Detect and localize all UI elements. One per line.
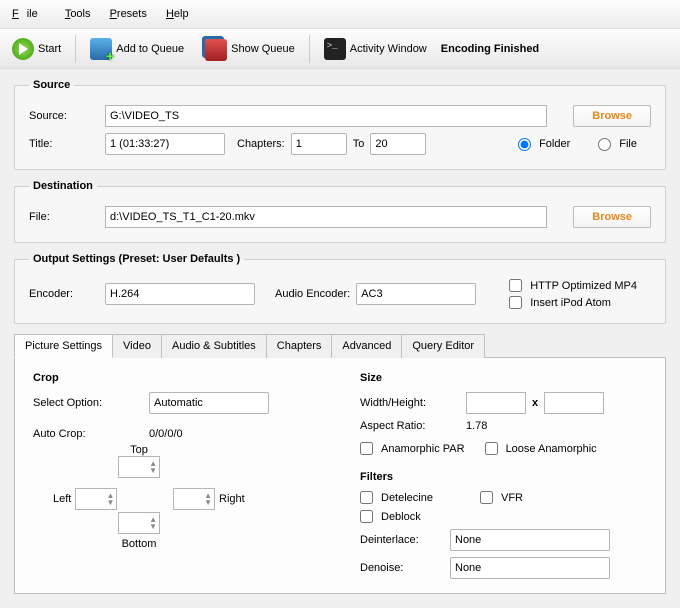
toolbar-separator [309, 35, 310, 63]
toolbar-separator [75, 35, 76, 63]
output-settings-group: Output Settings (Preset: User Defaults )… [14, 253, 666, 324]
title-select[interactable]: 1 (01:33:27) [105, 133, 225, 155]
source-path-input[interactable] [105, 105, 547, 127]
tab-advanced[interactable]: Advanced [331, 334, 402, 358]
vfr-checkbox[interactable]: VFR [480, 491, 523, 504]
to-label: To [353, 138, 365, 150]
anamorphic-par-checkbox[interactable]: Anamorphic PAR [360, 442, 465, 455]
tab-video[interactable]: Video [112, 334, 162, 358]
menu-tools[interactable]: Tools [57, 5, 99, 23]
http-mp4-checkbox[interactable]: HTTP Optimized MP4 [509, 279, 637, 292]
auto-crop-label: Auto Crop: [33, 428, 143, 440]
denoise-label: Denoise: [360, 562, 440, 574]
size-filters-column: Size Width/Height: x Aspect Ratio: 1.78 … [360, 372, 647, 579]
select-option-label: Select Option: [33, 397, 143, 409]
toolbar: Start Add to Queue Show Queue Activity W… [0, 29, 680, 69]
folder-radio[interactable]: Folder [518, 138, 570, 151]
title-label: Title: [29, 138, 99, 150]
crop-top-spinner[interactable]: ▲▼ [118, 456, 160, 478]
menu-presets[interactable]: Presets [102, 5, 155, 23]
source-group: Source Source: Browse Title: 1 (01:33:27… [14, 79, 666, 170]
denoise-select[interactable]: None [450, 557, 610, 579]
menu-bar: File Tools Presets Help [0, 0, 680, 29]
width-height-label: Width/Height: [360, 397, 460, 409]
file-radio[interactable]: File [598, 138, 637, 151]
deinterlace-select[interactable]: None [450, 529, 610, 551]
add-to-queue-button[interactable]: Add to Queue [84, 35, 190, 63]
tab-picture-settings[interactable]: Picture Settings [14, 334, 113, 358]
crop-title: Crop [33, 372, 320, 384]
crop-mode-select[interactable]: Automatic [149, 392, 269, 414]
dest-file-input[interactable] [105, 206, 547, 228]
detelecine-checkbox[interactable]: Detelecine [360, 491, 460, 504]
crop-right-label: Right [219, 493, 245, 505]
dest-file-label: File: [29, 211, 99, 223]
chapter-start-select[interactable]: 1 [291, 133, 347, 155]
activity-window-button[interactable]: Activity Window [318, 35, 433, 63]
deblock-checkbox[interactable]: Deblock [360, 510, 421, 523]
show-queue-button[interactable]: Show Queue [196, 33, 301, 64]
destination-legend: Destination [29, 180, 97, 192]
width-input[interactable] [466, 392, 526, 414]
crop-bottom-spinner[interactable]: ▲▼ [118, 512, 160, 534]
encoder-select[interactable]: H.264 [105, 283, 255, 305]
start-button[interactable]: Start [6, 35, 67, 63]
filters-title: Filters [360, 471, 647, 483]
height-input[interactable] [544, 392, 604, 414]
aspect-ratio-value: 1.78 [466, 420, 487, 432]
crop-left-label: Left [53, 493, 71, 505]
terminal-icon [324, 38, 346, 60]
status-text: Encoding Finished [441, 43, 539, 55]
tab-query-editor[interactable]: Query Editor [401, 334, 485, 358]
menu-file-txt: ile [19, 5, 46, 23]
source-legend: Source [29, 79, 74, 91]
menu-help[interactable]: Help [158, 5, 197, 23]
tab-bar: Picture Settings Video Audio & Subtitles… [14, 334, 666, 358]
add-icon [90, 38, 112, 60]
loose-anamorphic-checkbox[interactable]: Loose Anamorphic [485, 442, 597, 455]
chapters-label: Chapters: [237, 138, 285, 150]
crop-left-spinner[interactable]: ▲▼ [75, 488, 117, 510]
aspect-ratio-label: Aspect Ratio: [360, 420, 460, 432]
destination-group: Destination File: Browse [14, 180, 666, 243]
crop-bottom-label: Bottom [118, 538, 160, 550]
picture-settings-pane: Crop Select Option: Automatic Auto Crop:… [14, 358, 666, 594]
crop-top-label: Top [118, 444, 160, 456]
size-title: Size [360, 372, 647, 384]
crop-right-spinner[interactable]: ▲▼ [173, 488, 215, 510]
chapter-end-select[interactable]: 20 [370, 133, 426, 155]
crop-column: Crop Select Option: Automatic Auto Crop:… [33, 372, 320, 579]
ipod-atom-checkbox[interactable]: Insert iPod Atom [509, 296, 637, 309]
audio-encoder-select[interactable]: AC3 [356, 283, 476, 305]
source-label: Source: [29, 110, 99, 122]
encoder-label: Encoder: [29, 288, 99, 300]
deinterlace-label: Deinterlace: [360, 534, 440, 546]
output-legend: Output Settings (Preset: User Defaults ) [29, 253, 244, 265]
tab-audio-subtitles[interactable]: Audio & Subtitles [161, 334, 267, 358]
menu-file[interactable]: File [4, 2, 54, 26]
audio-encoder-label: Audio Encoder: [275, 288, 350, 300]
x-label: x [532, 397, 538, 409]
auto-crop-value: 0/0/0/0 [149, 428, 183, 440]
queue-icon [205, 39, 227, 61]
dest-browse-button[interactable]: Browse [573, 206, 651, 228]
play-icon [12, 38, 34, 60]
tab-chapters[interactable]: Chapters [266, 334, 333, 358]
source-browse-button[interactable]: Browse [573, 105, 651, 127]
